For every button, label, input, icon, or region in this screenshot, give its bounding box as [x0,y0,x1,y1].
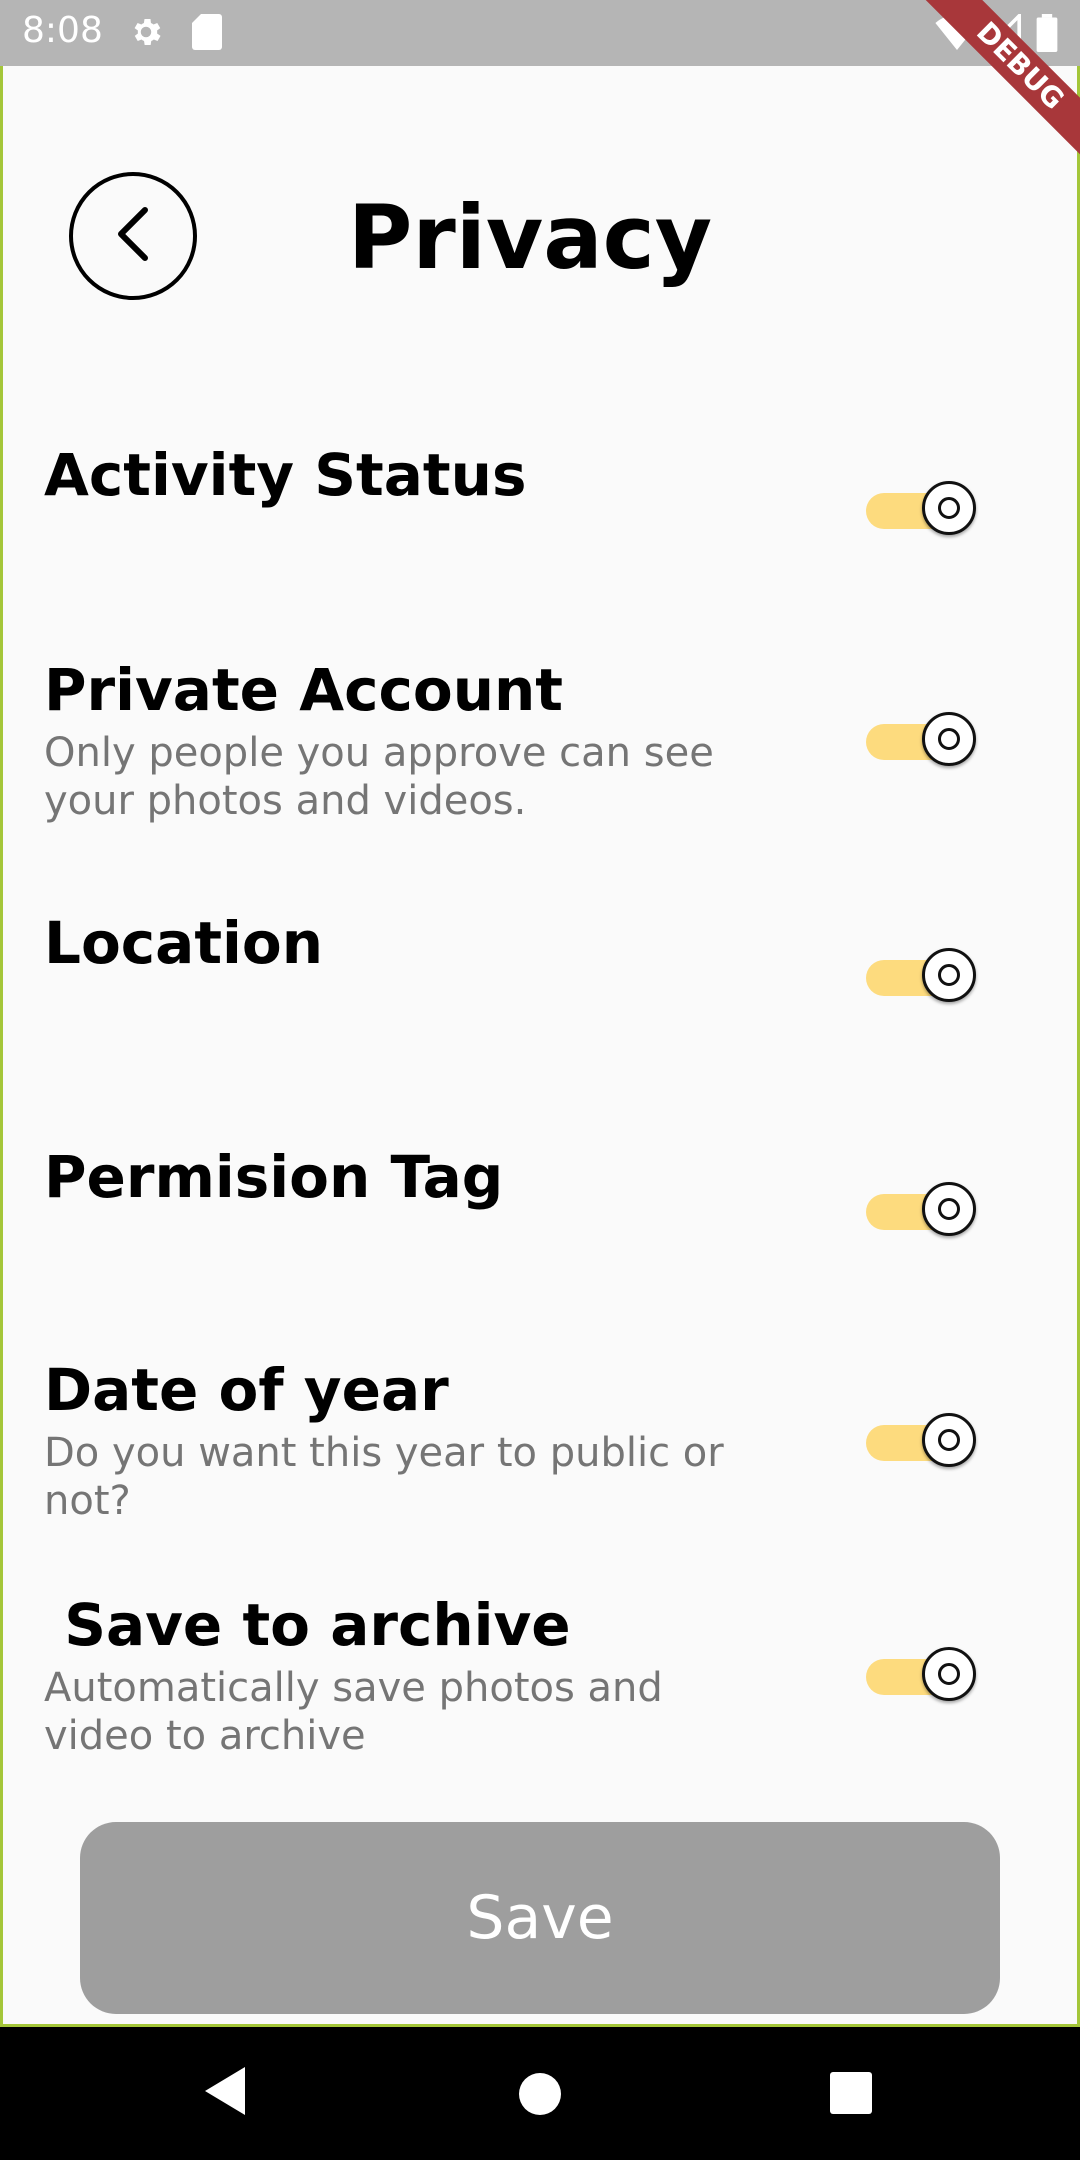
toggle-knob [922,1182,976,1236]
settings-gear-icon [128,14,164,54]
permision-tag-toggle[interactable] [866,1182,976,1242]
nav-back-icon[interactable] [203,2065,247,2121]
status-bar: 8:08 DEBUG [0,0,1080,173]
nav-recents-icon[interactable] [830,2072,872,2118]
toggle-knob [922,1647,976,1701]
save-button[interactable]: Save [80,1822,1000,2014]
toggle-knob [922,712,976,766]
battery-icon [1036,14,1058,56]
private-account-toggle[interactable] [866,712,976,772]
sd-card-icon [192,14,222,54]
toggle-knob [922,1413,976,1467]
system-nav-bar [0,2027,1080,2160]
location-toggle[interactable] [866,948,976,1008]
setting-subtitle: Do you want this year to public or not? [44,1430,724,1524]
setting-subtitle: Automatically save photos and video to a… [44,1665,663,1759]
status-time: 8:08 [22,10,103,51]
page-title: Privacy [347,186,713,289]
setting-subtitle: Only people you approve can see your pho… [44,730,714,824]
save-to-archive-toggle[interactable] [866,1647,976,1707]
nav-home-icon[interactable] [518,2072,562,2120]
activity-status-toggle[interactable] [866,481,976,541]
toggle-knob [922,481,976,535]
toggle-knob [922,948,976,1002]
date-of-year-toggle[interactable] [866,1413,976,1473]
